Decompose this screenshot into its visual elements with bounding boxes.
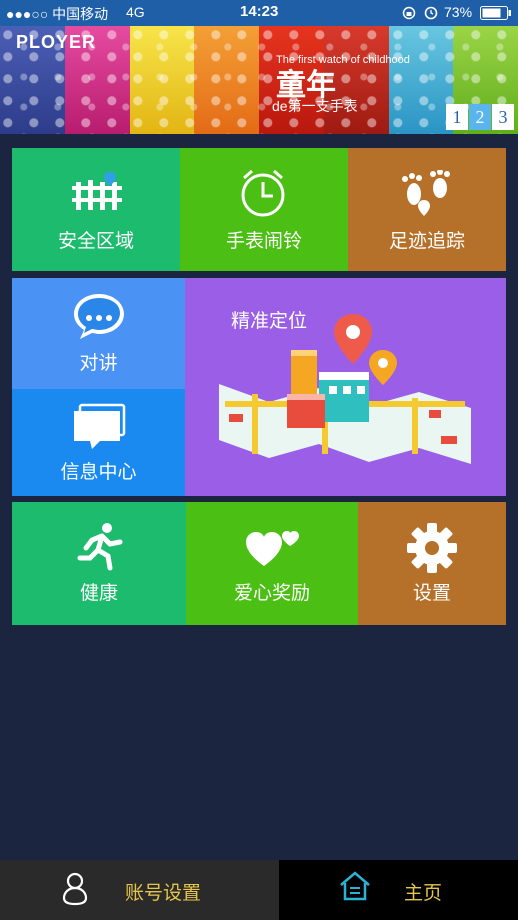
chat-bubble-icon xyxy=(74,294,124,339)
love-reward-label: 爱心奖励 xyxy=(233,583,310,604)
settings-tile[interactable]: 设置 xyxy=(358,502,506,625)
fence-pin-icon xyxy=(72,172,122,210)
footprint-tile[interactable]: 足迹追踪 xyxy=(348,148,506,271)
tab-home-label: 主页 xyxy=(404,883,443,904)
gear-icon xyxy=(407,523,457,573)
carrier-label: ●●●○○ 中国移动 xyxy=(6,6,109,22)
home-icon xyxy=(340,871,370,901)
message-stack-icon xyxy=(74,403,126,449)
footprints-icon xyxy=(402,170,450,216)
pager-page-3[interactable]: 3 xyxy=(492,104,514,130)
intercom-label: 对讲 xyxy=(79,353,118,374)
lock-rotation-icon xyxy=(402,6,416,20)
brand-logo: PLOYER xyxy=(16,32,97,52)
settings-label: 设置 xyxy=(412,583,451,604)
banner-pager: 1 2 3 xyxy=(445,104,514,130)
banner-tagline: de第一支手表 xyxy=(272,98,358,114)
network-label: 4G xyxy=(126,4,145,20)
tab-home[interactable]: 主页 xyxy=(279,860,518,920)
watch-alarm-tile[interactable]: 手表闹铃 xyxy=(180,148,348,271)
health-label: 健康 xyxy=(79,583,118,604)
running-man-icon xyxy=(77,523,123,571)
alarm-clock-icon xyxy=(241,169,285,217)
footprint-label: 足迹追踪 xyxy=(388,231,465,252)
tab-account-settings[interactable]: 账号设置 xyxy=(0,860,279,920)
battery-icon xyxy=(480,6,511,20)
promo-banner[interactable]: PLOYER The first watch of childhood 童年 d… xyxy=(0,26,518,134)
status-bar: ●●●○○ 中国移动 4G 14:23 73% xyxy=(0,0,518,26)
pager-page-1[interactable]: 1 xyxy=(446,104,468,130)
person-icon xyxy=(62,872,88,906)
location-tile[interactable]: 精准定位 xyxy=(185,278,506,496)
safe-zone-tile[interactable]: 安全区域 xyxy=(12,148,180,271)
health-tile[interactable]: 健康 xyxy=(12,502,186,625)
battery-label: 73% xyxy=(444,4,473,20)
tab-account-label: 账号设置 xyxy=(125,883,202,904)
city-map-icon xyxy=(219,314,471,464)
messages-label: 信息中心 xyxy=(60,462,137,483)
intercom-tile[interactable]: 对讲 xyxy=(12,278,185,389)
watch-alarm-label: 手表闹铃 xyxy=(225,231,302,252)
messages-tile[interactable]: 信息中心 xyxy=(12,389,185,496)
bottom-tab-bar: 账号设置 主页 xyxy=(0,860,518,920)
safe-zone-label: 安全区域 xyxy=(57,231,134,252)
love-reward-tile[interactable]: 爱心奖励 xyxy=(186,502,358,625)
alarm-icon xyxy=(424,6,438,20)
pager-page-2[interactable]: 2 xyxy=(469,104,491,130)
hearts-icon xyxy=(246,531,299,566)
clock-label: 14:23 xyxy=(240,3,279,20)
